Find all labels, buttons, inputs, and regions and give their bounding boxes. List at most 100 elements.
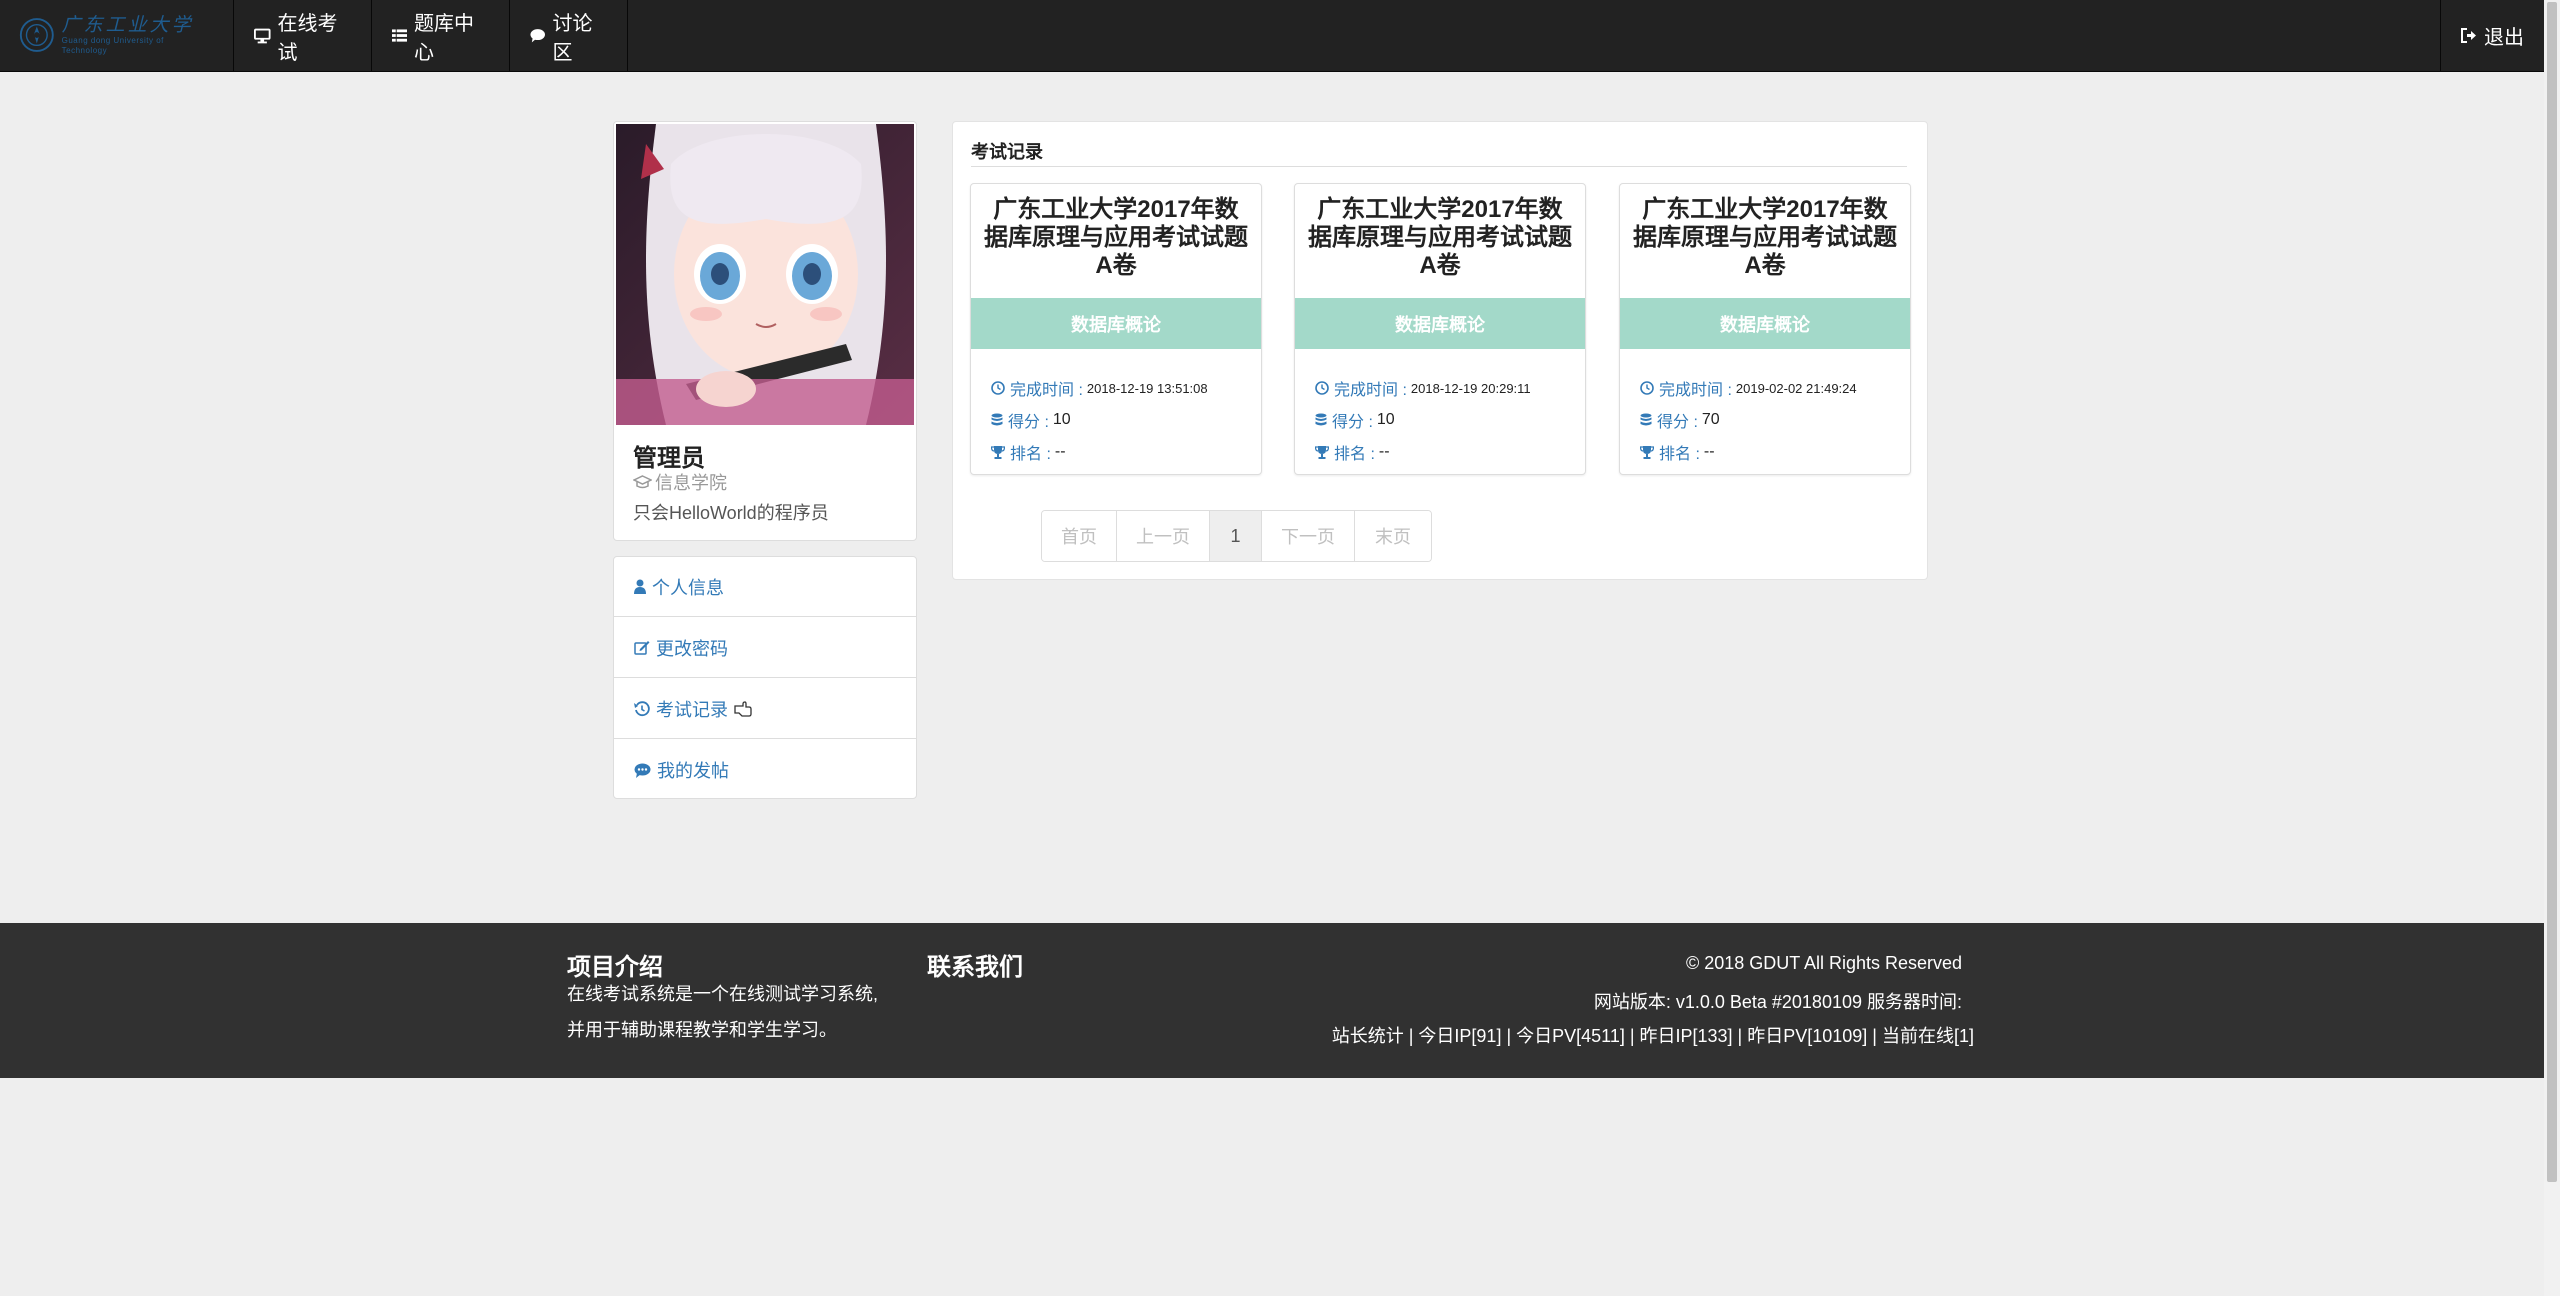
exam-record-card[interactable]: 广东工业大学2017年数据库原理与应用考试试题A卷 数据库概论 完成时间 : 2… bbox=[970, 183, 1262, 475]
nav-online-exam-label: 在线考试 bbox=[277, 12, 338, 64]
exam-finish-time: 完成时间 : 2018-12-19 20:29:11 bbox=[1315, 376, 1531, 400]
profile-name: 管理员 bbox=[633, 445, 705, 472]
page-next-button[interactable]: 下一页 bbox=[1262, 511, 1355, 561]
score-label: 得分 : bbox=[1657, 414, 1698, 431]
menu-item-personal-info[interactable]: 个人信息 bbox=[614, 557, 916, 617]
page-current-button[interactable]: 1 bbox=[1210, 511, 1262, 561]
time-value: 2018-12-19 20:29:11 bbox=[1410, 380, 1531, 396]
sign-out-icon bbox=[2461, 28, 2476, 43]
nav-online-exam[interactable]: 在线考试 bbox=[233, 0, 371, 71]
profile-motto: 只会HelloWorld的程序员 bbox=[633, 503, 829, 523]
logout-label: 退出 bbox=[2484, 27, 2524, 49]
exam-score: 得分 : 10 bbox=[1315, 408, 1395, 432]
nav-forum[interactable]: 讨论区 bbox=[509, 0, 628, 71]
footer-about-title: 项目介绍 bbox=[567, 954, 663, 981]
footer-version: 网站版本: v1.0.0 Beta #20180109 服务器时间: bbox=[1593, 992, 1962, 1012]
rank-label: 排名 : bbox=[1659, 446, 1700, 463]
edit-icon bbox=[634, 641, 650, 655]
footer-copyright: © 2018 GDUT All Rights Reserved bbox=[1685, 953, 1962, 973]
profile-menu: 个人信息 更改密码 考试记录 我的发帖 bbox=[613, 556, 917, 799]
menu-item-change-password[interactable]: 更改密码 bbox=[614, 618, 916, 678]
exam-title: 广东工业大学2017年数据库原理与应用考试试题A卷 bbox=[1633, 196, 1897, 279]
exam-rank: 排名 : -- bbox=[1315, 440, 1390, 464]
menu-item-change-password-label: 更改密码 bbox=[656, 638, 728, 659]
list-icon bbox=[392, 28, 407, 42]
score-value: 10 bbox=[1376, 411, 1395, 428]
footer-site-stats[interactable]: 站长统计 | 今日IP[91] | 今日PV[4511] | 昨日IP[133]… bbox=[1332, 1022, 1974, 1048]
hand-pointer-icon bbox=[734, 700, 752, 717]
rank-value: -- bbox=[1054, 443, 1066, 460]
rank-label: 排名 : bbox=[1334, 446, 1375, 463]
exam-score: 得分 : 70 bbox=[1640, 408, 1720, 432]
score-value: 70 bbox=[1701, 411, 1720, 428]
scrollbar-thumb[interactable] bbox=[2547, 2, 2557, 1182]
score-label: 得分 : bbox=[1332, 414, 1373, 431]
footer-about-line1: 在线考试系统是一个在线测试学习系统, bbox=[567, 984, 878, 1004]
avatar bbox=[616, 124, 914, 425]
exam-score: 得分 : 10 bbox=[991, 408, 1071, 432]
avatar-illustration bbox=[616, 124, 914, 425]
page-prev-button[interactable]: 上一页 bbox=[1117, 511, 1210, 561]
rank-value: -- bbox=[1378, 443, 1390, 460]
score-label: 得分 : bbox=[1008, 414, 1049, 431]
rank-value: -- bbox=[1703, 443, 1715, 460]
comment-icon bbox=[530, 29, 545, 43]
comments-icon bbox=[634, 763, 651, 778]
exam-record-card[interactable]: 广东工业大学2017年数据库原理与应用考试试题A卷 数据库概论 完成时间 : 2… bbox=[1294, 183, 1586, 475]
rank-label: 排名 : bbox=[1010, 446, 1051, 463]
menu-item-my-posts-label: 我的发帖 bbox=[657, 761, 729, 781]
vertical-scrollbar[interactable] bbox=[2544, 0, 2560, 1296]
university-seal-icon bbox=[19, 18, 54, 52]
time-label: 完成时间 : bbox=[1659, 382, 1732, 399]
page-last-button[interactable]: 末页 bbox=[1355, 511, 1431, 561]
exam-title: 广东工业大学2017年数据库原理与应用考试试题A卷 bbox=[984, 196, 1248, 279]
time-value: 2019-02-02 21:49:24 bbox=[1735, 380, 1857, 396]
score-value: 10 bbox=[1052, 411, 1071, 428]
exam-record-card[interactable]: 广东工业大学2017年数据库原理与应用考试试题A卷 数据库概论 完成时间 : 2… bbox=[1619, 183, 1911, 475]
clock-icon bbox=[1640, 381, 1654, 395]
brand-name: 广东工业大学 bbox=[61, 14, 194, 36]
exam-finish-time: 完成时间 : 2018-12-19 13:51:08 bbox=[991, 376, 1208, 400]
nav-question-bank[interactable]: 题库中心 bbox=[371, 0, 509, 71]
trophy-icon bbox=[1315, 446, 1329, 459]
exam-category-tag: 数据库概论 bbox=[1620, 298, 1910, 349]
exam-rank: 排名 : -- bbox=[991, 440, 1066, 464]
exam-records-panel: 考试记录 广东工业大学2017年数据库原理与应用考试试题A卷 数据库概论 完成时… bbox=[952, 121, 1928, 580]
brand-subtitle: Guang dong University of Technology bbox=[61, 36, 164, 55]
brand-logo-link[interactable]: 广东工业大学 Guang dong University of Technolo… bbox=[18, 12, 203, 58]
exam-title: 广东工业大学2017年数据库原理与应用考试试题A卷 bbox=[1308, 196, 1572, 279]
profile-college: 信息学院 bbox=[633, 469, 727, 495]
nav-question-bank-label: 题库中心 bbox=[414, 12, 474, 64]
profile-college-label: 信息学院 bbox=[655, 473, 727, 493]
profile-card: 管理员 信息学院 只会HelloWorld的程序员 bbox=[613, 121, 917, 541]
menu-item-my-posts[interactable]: 我的发帖 bbox=[614, 740, 916, 800]
menu-item-exam-records-label: 考试记录 bbox=[656, 699, 728, 720]
trophy-icon bbox=[1640, 446, 1654, 459]
exam-rank: 排名 : -- bbox=[1640, 440, 1715, 464]
desktop-icon bbox=[254, 28, 271, 43]
top-navbar: 广东工业大学 Guang dong University of Technolo… bbox=[0, 0, 2544, 72]
menu-item-personal-info-label: 个人信息 bbox=[652, 577, 724, 598]
time-label: 完成时间 : bbox=[1334, 382, 1407, 399]
logout-button[interactable]: 退出 bbox=[2440, 0, 2544, 71]
page-first-button[interactable]: 首页 bbox=[1042, 511, 1117, 561]
clock-icon bbox=[1315, 381, 1329, 395]
exam-finish-time: 完成时间 : 2019-02-02 21:49:24 bbox=[1640, 376, 1857, 400]
menu-item-exam-records[interactable]: 考试记录 bbox=[614, 679, 916, 739]
user-icon bbox=[634, 579, 646, 594]
history-icon bbox=[634, 700, 650, 716]
footer: 项目介绍 在线考试系统是一个在线测试学习系统, 并用于辅助课程教学和学生学习。 … bbox=[0, 923, 2544, 1078]
nav-forum-label: 讨论区 bbox=[552, 12, 593, 64]
footer-contact-title: 联系我们 bbox=[927, 954, 1023, 981]
exam-category-tag: 数据库概论 bbox=[971, 298, 1261, 349]
footer-about-line2: 并用于辅助课程教学和学生学习。 bbox=[567, 1020, 837, 1040]
clock-icon bbox=[991, 381, 1005, 395]
graduation-cap-icon bbox=[633, 475, 652, 489]
records-title: 考试记录 bbox=[971, 138, 1907, 167]
exam-category-tag: 数据库概论 bbox=[1295, 298, 1585, 349]
trophy-icon bbox=[991, 446, 1005, 459]
database-icon bbox=[1315, 413, 1327, 426]
time-value: 2018-12-19 13:51:08 bbox=[1086, 380, 1208, 396]
pagination: 首页 上一页 1 下一页 末页 bbox=[1041, 510, 1432, 562]
database-icon bbox=[1640, 413, 1652, 426]
